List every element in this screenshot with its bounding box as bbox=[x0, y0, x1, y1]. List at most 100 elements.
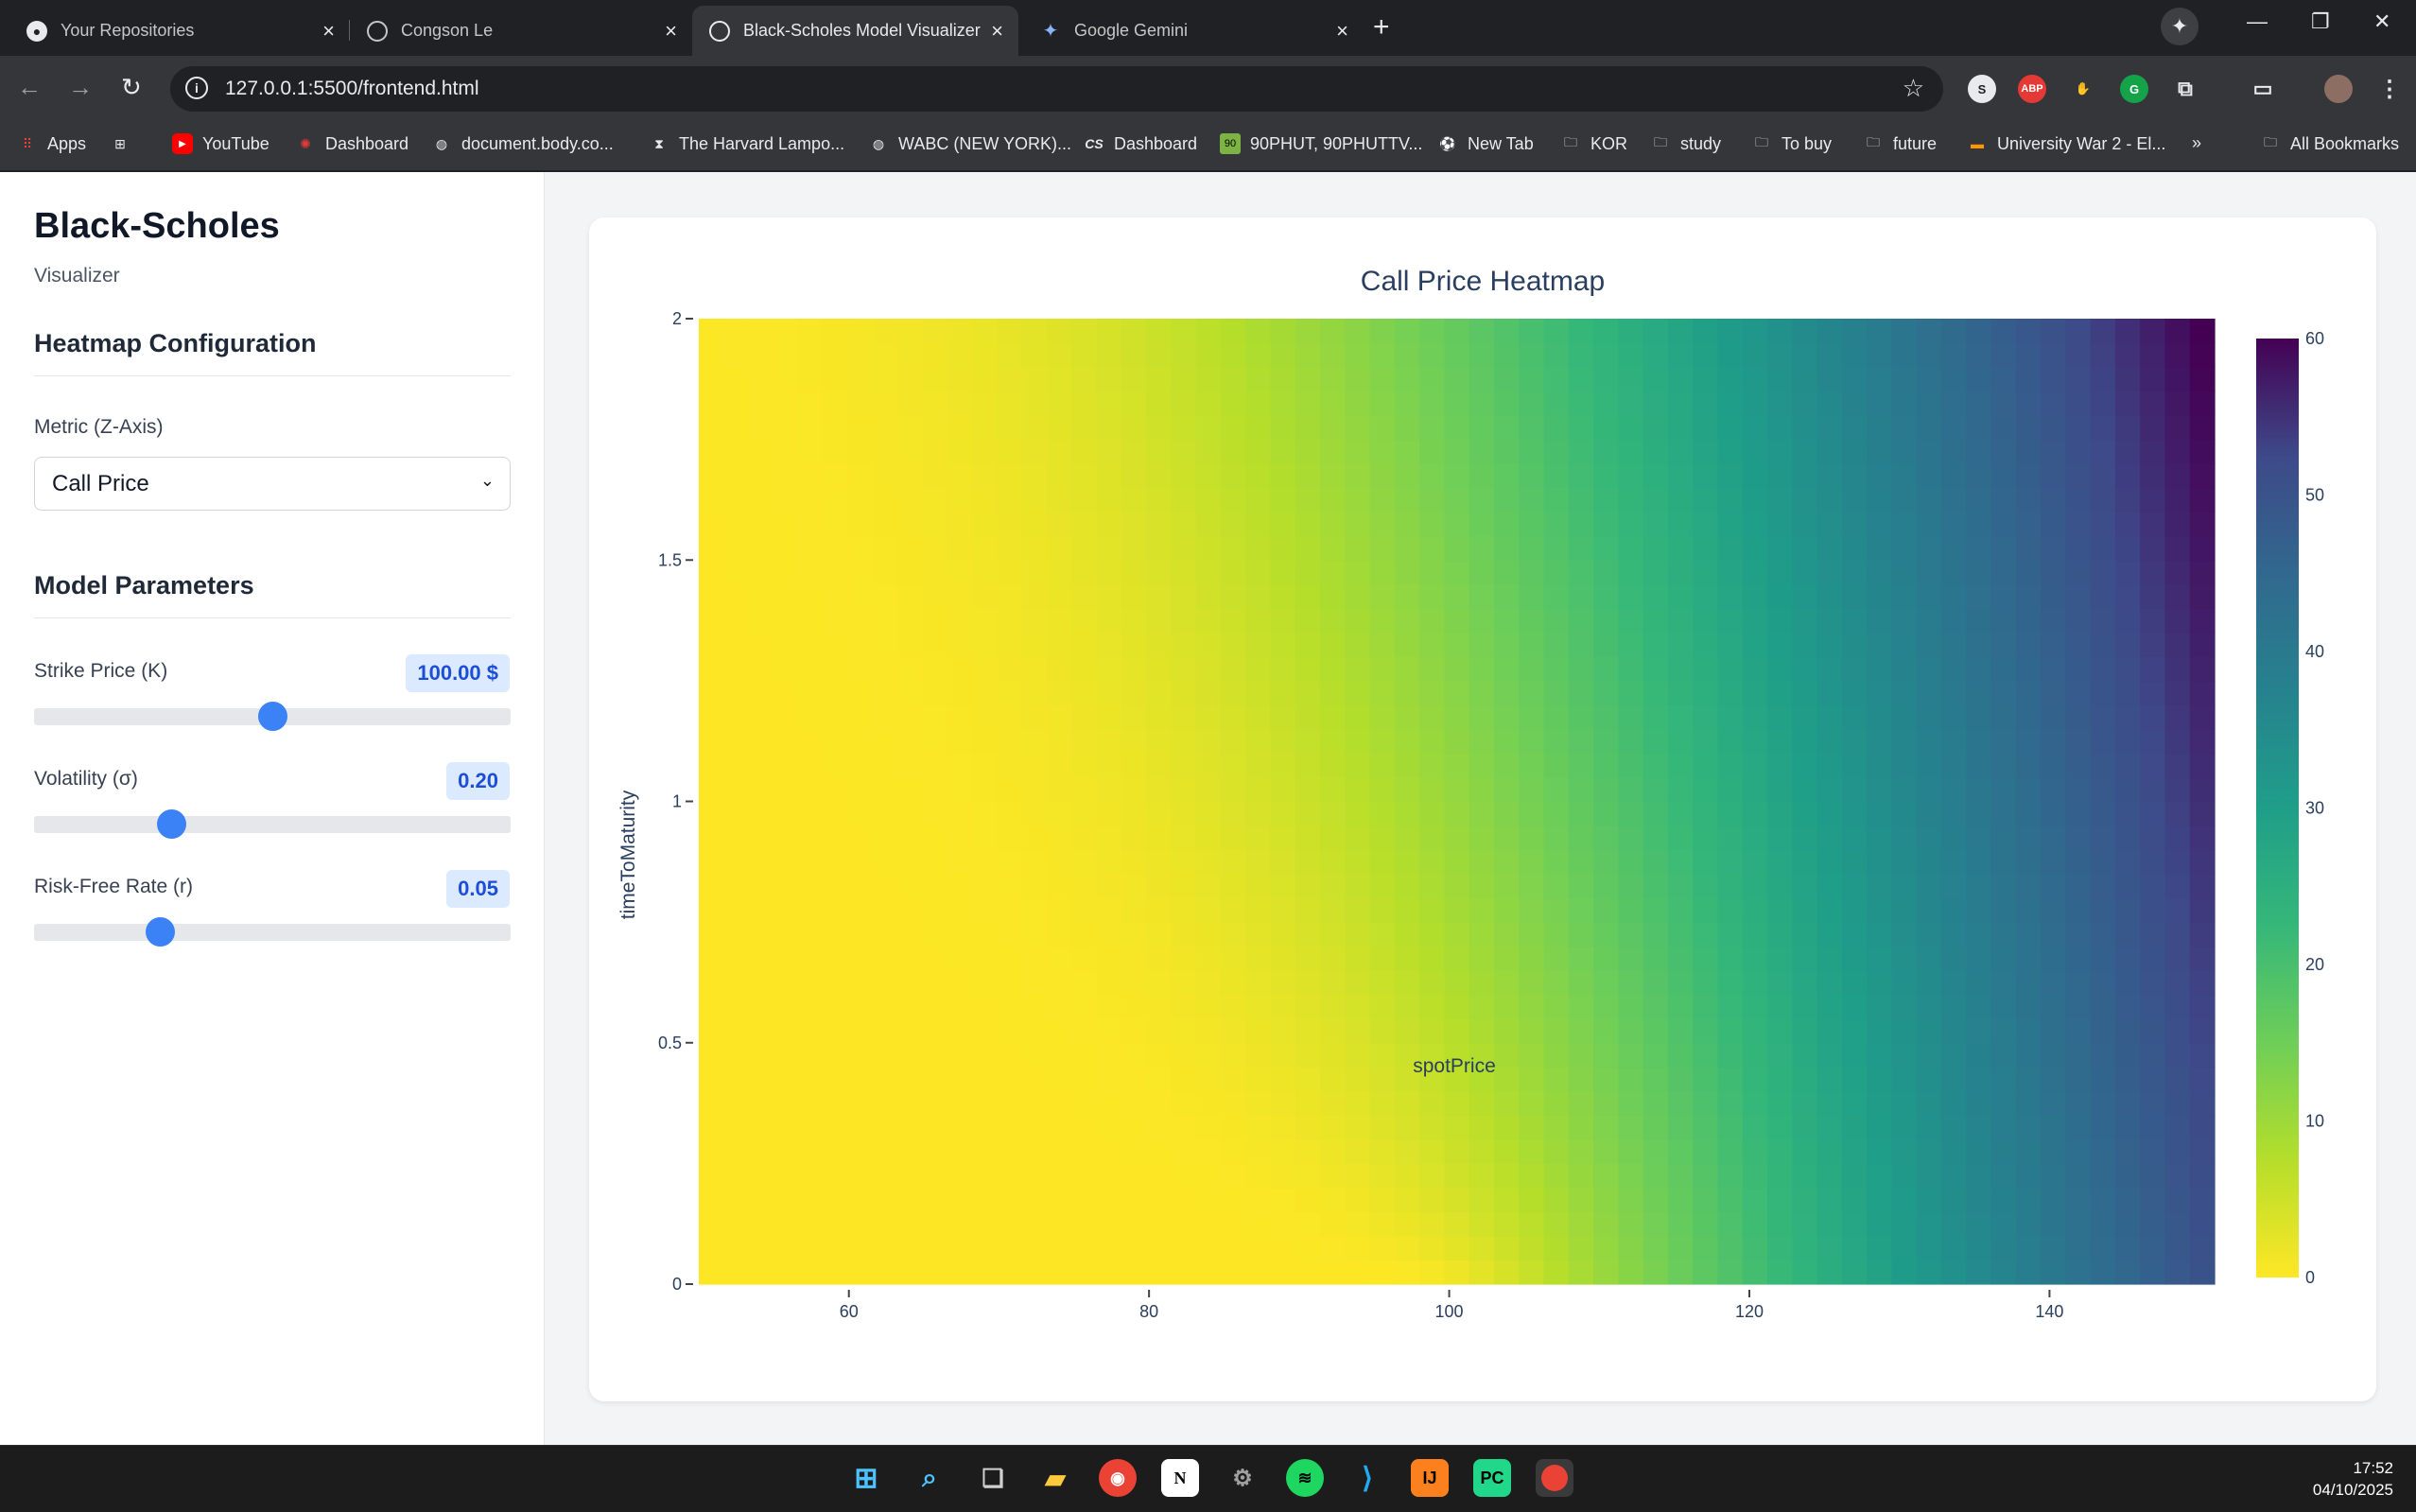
strike-slider[interactable] bbox=[34, 702, 511, 731]
tab-search-icon[interactable]: ▭ bbox=[2249, 75, 2277, 103]
heatmap-cell bbox=[2189, 1163, 2216, 1189]
heatmap-cell bbox=[1493, 776, 1520, 803]
notion-icon[interactable]: N bbox=[1161, 1459, 1199, 1497]
volatility-slider-thumb[interactable] bbox=[157, 809, 187, 839]
vscode-icon[interactable]: ⟩ bbox=[1348, 1459, 1386, 1497]
grammarly-icon[interactable]: G bbox=[2120, 75, 2148, 103]
volatility-slider[interactable] bbox=[34, 809, 511, 839]
bookmark-star-icon[interactable]: ☆ bbox=[1903, 74, 1924, 103]
heatmap-cell bbox=[872, 439, 898, 464]
close-tab-icon[interactable]: × bbox=[991, 19, 1003, 43]
heatmap-cell bbox=[1319, 632, 1346, 657]
heatmap-cell bbox=[1841, 680, 1868, 706]
metric-select[interactable]: Call Price ⌄ bbox=[34, 457, 511, 511]
heatmap-cell bbox=[1493, 1260, 1520, 1285]
bookmark-all-bookmarks[interactable]: 🗀 All Bookmarks bbox=[2260, 133, 2399, 154]
new-tab-button[interactable]: + bbox=[1373, 11, 1390, 43]
bookmark-90phut[interactable]: 90 90PHUT, 90PHUTTV... bbox=[1220, 133, 1422, 154]
extension-s-icon[interactable]: S bbox=[1968, 75, 1996, 103]
bookmark-dashboard-2[interactable]: CS Dashboard bbox=[1084, 133, 1197, 154]
heatmap-cell bbox=[699, 1235, 724, 1261]
close-tab-icon[interactable]: × bbox=[665, 19, 677, 43]
heatmap-cell bbox=[1493, 1115, 1520, 1140]
heatmap-cell bbox=[1295, 656, 1321, 682]
chrome-icon[interactable]: ◉ bbox=[1099, 1459, 1137, 1497]
windows-start-icon[interactable]: ⊞ bbox=[847, 1459, 885, 1497]
heatmap-cell bbox=[1693, 801, 1719, 826]
heatmap-chart[interactable]: Call Price Heatmap 60 80 100 120 140 00.511.… bbox=[589, 217, 2376, 1401]
heatmap-cell bbox=[1245, 994, 1272, 1019]
heatmap-cell bbox=[2015, 656, 2042, 682]
bookmark-apps[interactable]: ⠿ Apps bbox=[17, 133, 86, 154]
intellij-icon[interactable]: IJ bbox=[1411, 1459, 1449, 1497]
tab-google-gemini[interactable]: ✦ Google Gemini × bbox=[1023, 6, 1364, 56]
heatmap-cell bbox=[1419, 1211, 1445, 1237]
address-bar[interactable]: i 127.0.0.1:5500/frontend.html ☆ bbox=[170, 66, 1943, 112]
tab-congson-le[interactable]: Congson Le × bbox=[350, 6, 692, 56]
heatmap-cell bbox=[1021, 801, 1048, 826]
minimize-icon[interactable]: — bbox=[2247, 9, 2268, 34]
back-icon[interactable]: ← bbox=[17, 73, 42, 102]
chrome-active-icon[interactable] bbox=[1536, 1459, 1573, 1497]
heatmap-cell bbox=[1245, 874, 1272, 899]
bookmark-new-tab[interactable]: ⚽ New Tab bbox=[1437, 133, 1533, 154]
bookmark-youtube[interactable]: ▶ YouTube bbox=[172, 133, 269, 154]
heatmap-cell bbox=[1667, 704, 1694, 730]
heatmap-cell bbox=[1319, 512, 1346, 537]
bookmark-document-body[interactable]: ◍ document.body.co... bbox=[431, 133, 614, 154]
task-view-icon[interactable]: ❏ bbox=[974, 1459, 1012, 1497]
profile-avatar[interactable] bbox=[2324, 75, 2353, 103]
pycharm-icon[interactable]: PC bbox=[1473, 1459, 1511, 1497]
heatmap-cell bbox=[1419, 367, 1445, 392]
gemini-sparkle-icon[interactable]: ✦ bbox=[2161, 8, 2199, 45]
heatmap-cell bbox=[1021, 463, 1048, 489]
close-tab-icon[interactable]: × bbox=[322, 19, 335, 43]
more-bookmarks-icon[interactable]: » bbox=[2192, 133, 2201, 153]
forward-icon[interactable]: → bbox=[68, 73, 93, 102]
heatmap-cell bbox=[1220, 1187, 1246, 1213]
heatmap-cell bbox=[1369, 560, 1396, 585]
heatmap-cell bbox=[773, 632, 799, 657]
bookmark-university-war[interactable]: ▬ University War 2 - El... bbox=[1967, 133, 2165, 154]
bookmark-wabc[interactable]: ◍ WABC (NEW YORK)... bbox=[868, 133, 1071, 154]
extensions-puzzle-icon[interactable]: ⧉ bbox=[2171, 75, 2199, 103]
close-tab-icon[interactable]: × bbox=[1336, 19, 1348, 43]
menu-kebab-icon[interactable]: ⋮ bbox=[2375, 75, 2404, 103]
spotify-icon[interactable]: ≋ bbox=[1286, 1459, 1324, 1497]
adblock-icon[interactable]: ABP bbox=[2018, 75, 2046, 103]
heatmap-cell bbox=[1319, 487, 1346, 513]
heatmap-cell bbox=[1766, 632, 1793, 657]
restore-icon[interactable]: ❐ bbox=[2311, 9, 2330, 34]
heatmap-cell bbox=[2041, 632, 2066, 657]
bookmark-dashboard[interactable]: ✺ Dashboard bbox=[295, 133, 408, 154]
strike-slider-thumb[interactable] bbox=[257, 702, 287, 731]
url-text[interactable]: 127.0.0.1:5500/frontend.html bbox=[225, 78, 479, 100]
heatmap-cell bbox=[1966, 1211, 1992, 1237]
bookmark-folder-future[interactable]: 🗀 future bbox=[1863, 133, 1937, 154]
heatmap-cell bbox=[1766, 391, 1793, 416]
system-clock[interactable]: 17:52 04/10/2025 bbox=[2313, 1457, 2393, 1501]
tab-your-repositories[interactable]: ● Your Repositories × bbox=[9, 6, 350, 56]
search-icon[interactable]: ⌕ bbox=[911, 1459, 948, 1497]
heatmap-cell bbox=[1841, 874, 1868, 899]
tab-black-scholes[interactable]: Black-Scholes Model Visualizer × bbox=[692, 6, 1018, 56]
heatmap-cell bbox=[1121, 680, 1147, 706]
bookmark-folder-to-buy[interactable]: 🗀 To buy bbox=[1751, 133, 1832, 154]
heatmap-cell bbox=[2140, 849, 2166, 875]
app-icon[interactable]: ⚙ bbox=[1224, 1459, 1261, 1497]
window-close-icon[interactable]: ✕ bbox=[2373, 9, 2390, 34]
site-info-icon[interactable]: i bbox=[185, 77, 208, 99]
file-explorer-icon[interactable]: ▰ bbox=[1036, 1459, 1074, 1497]
rate-slider-thumb[interactable] bbox=[146, 917, 176, 947]
heatmap-cell bbox=[699, 319, 724, 344]
extension-icon[interactable]: ✋ bbox=[2069, 75, 2097, 103]
bookmark-folder-study[interactable]: 🗀 study bbox=[1650, 133, 1721, 154]
reload-icon[interactable]: ↻ bbox=[121, 73, 142, 102]
bookmark-tab-groups[interactable]: ⊞ bbox=[110, 133, 140, 154]
bookmark-folder-kor[interactable]: 🗀 KOR bbox=[1560, 133, 1627, 154]
heatmap-cell bbox=[1816, 1115, 1843, 1140]
rate-slider[interactable] bbox=[34, 917, 511, 947]
bookmark-harvard-lampoon[interactable]: ⧗ The Harvard Lampo... bbox=[649, 133, 844, 154]
heatmap-cell bbox=[847, 849, 874, 875]
heatmap-cell bbox=[1345, 801, 1371, 826]
